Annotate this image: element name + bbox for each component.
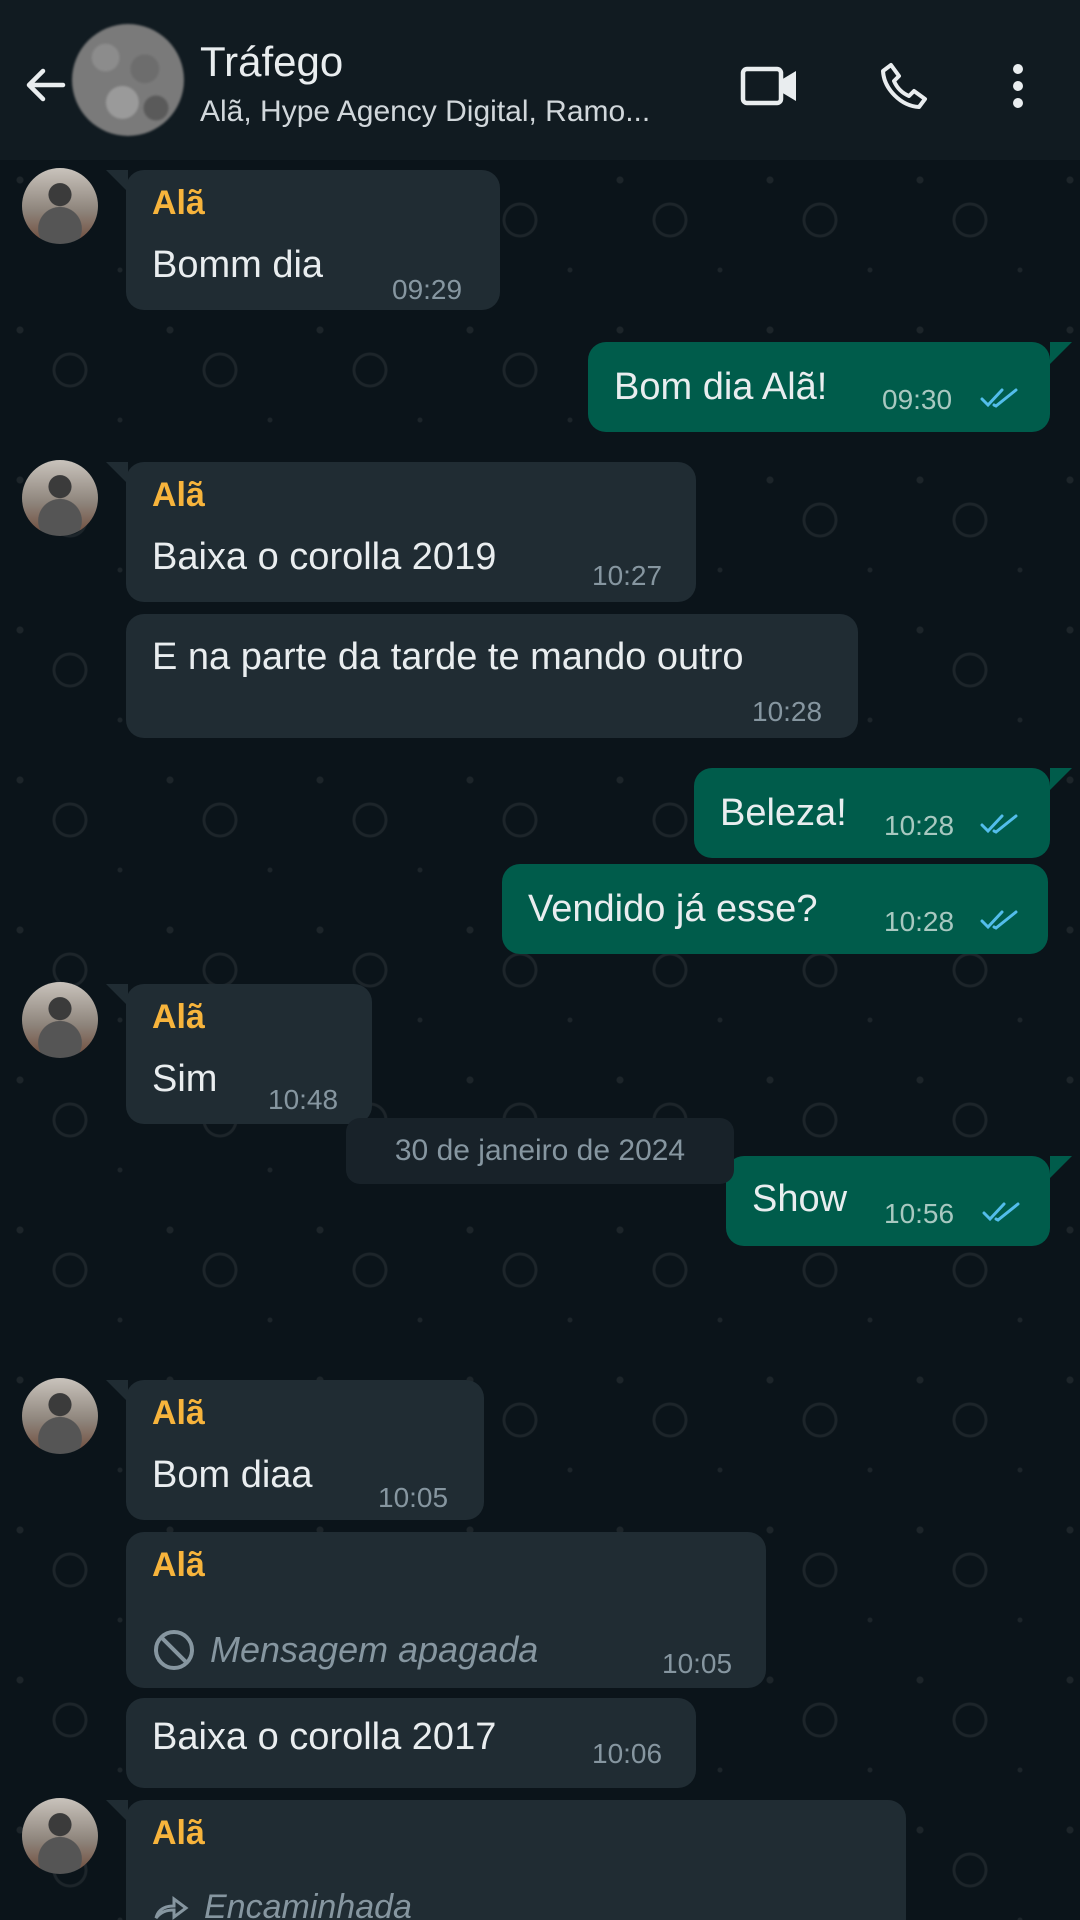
chat-header: Tráfego Alã, Hype Agency Digital, Ramo..…: [0, 0, 1080, 160]
sender-avatar[interactable]: [22, 168, 98, 244]
group-participants: Alã, Hype Agency Digital, Ramo...: [200, 95, 651, 128]
video-call-icon[interactable]: [740, 56, 800, 116]
message-text: Mensagem apagada: [210, 1629, 539, 1670]
deleted-notice: Mensagem apagada: [152, 1628, 538, 1672]
outgoing-message[interactable]: Vendido já esse? 10:28: [502, 864, 1048, 954]
message-time: 10:28: [884, 810, 955, 841]
message-time: 10:06: [592, 1738, 663, 1769]
message-text: Bom diaa: [152, 1454, 313, 1496]
incoming-message[interactable]: Baixa o corolla 2017 10:06: [126, 1698, 696, 1788]
outgoing-message[interactable]: Beleza! 10:28: [694, 768, 1050, 858]
message-text: Baixa o corolla 2017: [152, 1716, 497, 1758]
sender-name[interactable]: Alã: [152, 476, 205, 515]
sender-avatar[interactable]: [22, 1378, 98, 1454]
phone-icon[interactable]: [874, 56, 934, 116]
incoming-message[interactable]: Alã Bom diaa 10:05: [126, 1380, 484, 1520]
bubble-tail: [106, 170, 128, 192]
message-text: Bom dia Alã!: [614, 366, 828, 408]
sender-avatar[interactable]: [22, 982, 98, 1058]
bubble-tail: [1050, 342, 1072, 364]
forwarded-label: Encaminhada: [152, 1888, 412, 1920]
message-text: Vendido já esse?: [528, 888, 818, 930]
message-time: 10:28: [752, 696, 823, 727]
message-time: 09:29: [392, 274, 463, 305]
message-time: 10:56: [884, 1198, 955, 1229]
bubble-tail: [106, 984, 128, 1006]
group-info[interactable]: Tráfego Alã, Hype Agency Digital, Ramo..…: [200, 36, 650, 132]
outgoing-message[interactable]: Show 10:56: [726, 1156, 1050, 1246]
message-text: Sim: [152, 1058, 218, 1100]
message-text: Show: [752, 1178, 848, 1220]
more-options-icon[interactable]: [988, 56, 1048, 116]
bubble-tail: [1050, 768, 1072, 790]
read-receipt-icon: [980, 910, 1018, 930]
incoming-message[interactable]: Alã Baixa o corolla 2019 10:27: [126, 462, 696, 602]
message-time: 10:05: [662, 1648, 733, 1679]
read-receipt-icon: [980, 814, 1018, 834]
message-text: E na parte da tarde te mando outro: [152, 636, 744, 678]
sender-name[interactable]: Alã: [152, 1394, 205, 1433]
group-avatar[interactable]: [72, 24, 184, 136]
outgoing-message[interactable]: Bom dia Alã! 09:30: [588, 342, 1050, 432]
bubble-tail: [1050, 1156, 1072, 1178]
back-arrow-icon[interactable]: [18, 58, 72, 112]
deleted-message[interactable]: Alã Mensagem apagada 10:05: [126, 1532, 766, 1688]
sender-avatar[interactable]: [22, 1798, 98, 1874]
forwarded-message[interactable]: Alã Encaminhada: [126, 1800, 906, 1920]
message-text: Beleza!: [720, 792, 847, 834]
message-time: 09:30: [882, 384, 953, 415]
sender-avatar[interactable]: [22, 460, 98, 536]
incoming-message[interactable]: Alã Sim 10:48: [126, 984, 372, 1124]
message-time: 10:05: [378, 1482, 449, 1513]
group-title: Tráfego: [200, 38, 344, 85]
sender-name[interactable]: Alã: [152, 1546, 205, 1585]
sender-name[interactable]: Alã: [152, 184, 205, 223]
forwarded-text: Encaminhada: [204, 1888, 412, 1920]
message-time: 10:28: [884, 906, 955, 937]
date-separator: 30 de janeiro de 2024: [346, 1118, 734, 1184]
bubble-tail: [106, 462, 128, 484]
read-receipt-icon: [980, 388, 1018, 408]
message-text: Baixa o corolla 2019: [152, 536, 497, 578]
message-text: Bomm dia: [152, 244, 324, 286]
read-receipt-icon: [982, 1202, 1020, 1222]
forward-icon: [154, 1895, 189, 1920]
sender-name[interactable]: Alã: [152, 1814, 205, 1853]
bubble-tail: [106, 1380, 128, 1402]
bubble-tail: [106, 1800, 128, 1822]
message-time: 10:48: [268, 1084, 339, 1115]
message-time: 10:27: [592, 560, 663, 591]
incoming-message[interactable]: E na parte da tarde te mando outro 10:28: [126, 614, 858, 738]
incoming-message[interactable]: Alã Bomm dia 09:29: [126, 170, 500, 310]
blocked-icon: [154, 1630, 194, 1670]
sender-name[interactable]: Alã: [152, 998, 205, 1037]
